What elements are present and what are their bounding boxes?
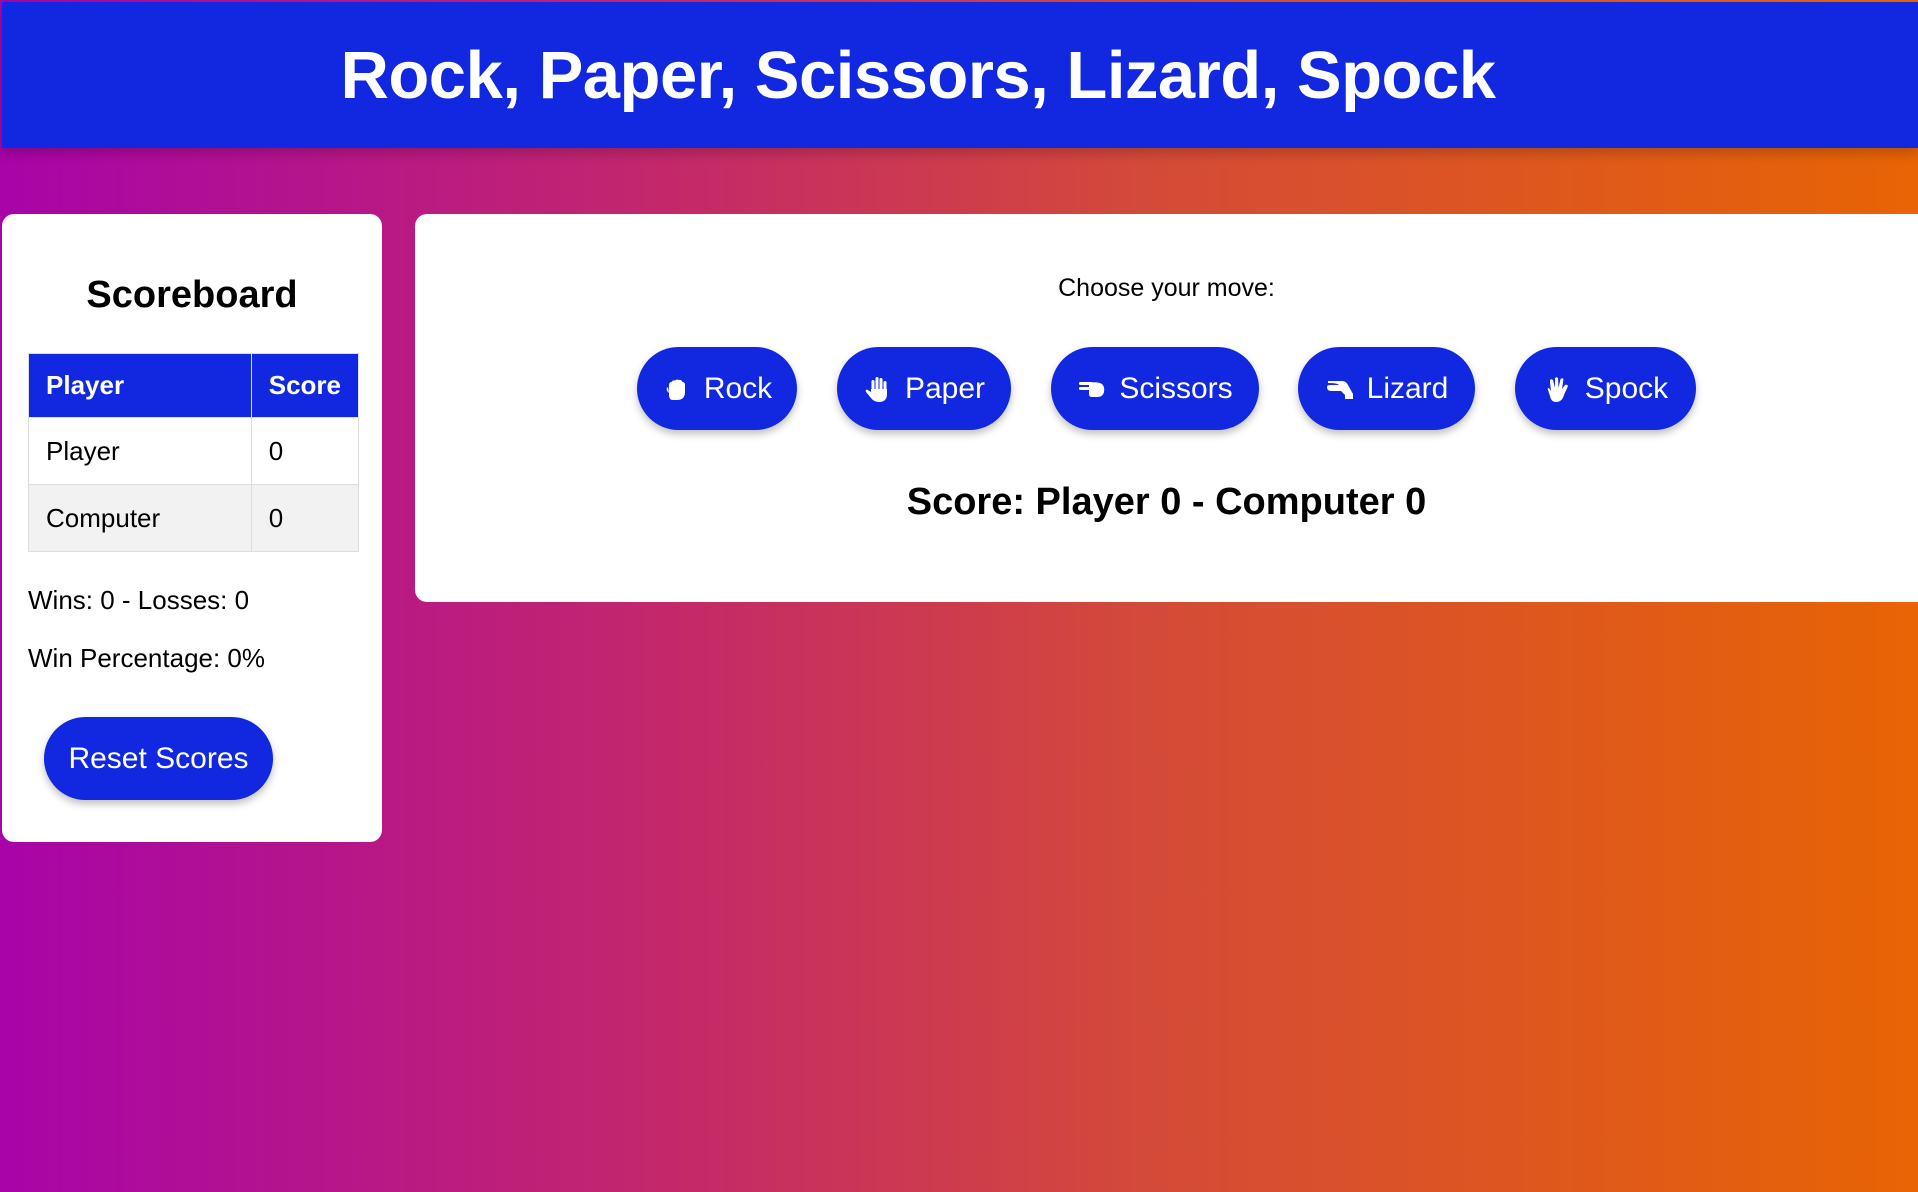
page-title: Rock, Paper, Scissors, Lizard, Spock	[340, 37, 1497, 113]
table-header-row: Player Score	[28, 353, 360, 418]
row-player-score: 0	[250, 417, 360, 485]
lizard-label: Lizard	[1366, 371, 1449, 405]
hand-scissors-icon	[1079, 381, 1105, 397]
lizard-button[interactable]: Lizard	[1298, 347, 1475, 430]
win-percentage-text: Win Percentage: 0%	[28, 643, 266, 673]
rock-label: Rock	[703, 371, 773, 405]
scissors-label: Scissors	[1119, 371, 1233, 405]
scissors-button[interactable]: Scissors	[1051, 347, 1259, 430]
reset-scores-button[interactable]: Reset Scores	[44, 717, 273, 800]
paper-label: Paper	[904, 371, 986, 405]
spock-button[interactable]: Spock	[1515, 347, 1696, 430]
hand-lizard-icon	[1326, 380, 1353, 399]
table-row: Player 0	[28, 417, 360, 485]
table-row: Computer 0	[28, 484, 360, 552]
score-summary: Score: Player 0 - Computer 0	[906, 481, 1427, 523]
spock-label: Spock	[1584, 371, 1669, 405]
column-header-player: Player	[28, 353, 252, 418]
hand-rock-icon	[666, 379, 685, 400]
score-table: Player Score Player 0 Computer 0	[28, 353, 360, 552]
wins-losses-text: Wins: 0 - Losses: 0	[28, 585, 250, 615]
move-buttons: Rock Paper Scissors Lizard Spock	[415, 347, 1918, 430]
scoreboard-title: Scoreboard	[86, 274, 298, 316]
rock-button[interactable]: Rock	[637, 347, 797, 430]
column-header-score: Score	[250, 353, 360, 418]
hand-paper-icon	[865, 376, 887, 402]
game-panel: Choose your move: Rock Paper Scissors Li…	[415, 214, 1918, 602]
row-computer-name: Computer	[28, 484, 252, 552]
move-prompt: Choose your move:	[1058, 274, 1275, 302]
hand-spock-icon	[1547, 376, 1568, 402]
app-header: Rock, Paper, Scissors, Lizard, Spock	[2, 2, 1918, 148]
paper-button[interactable]: Paper	[837, 347, 1011, 430]
row-player-name: Player	[28, 417, 252, 485]
row-computer-score: 0	[250, 484, 360, 552]
scoreboard-panel: Scoreboard Player Score Player 0 Compute…	[2, 214, 382, 842]
